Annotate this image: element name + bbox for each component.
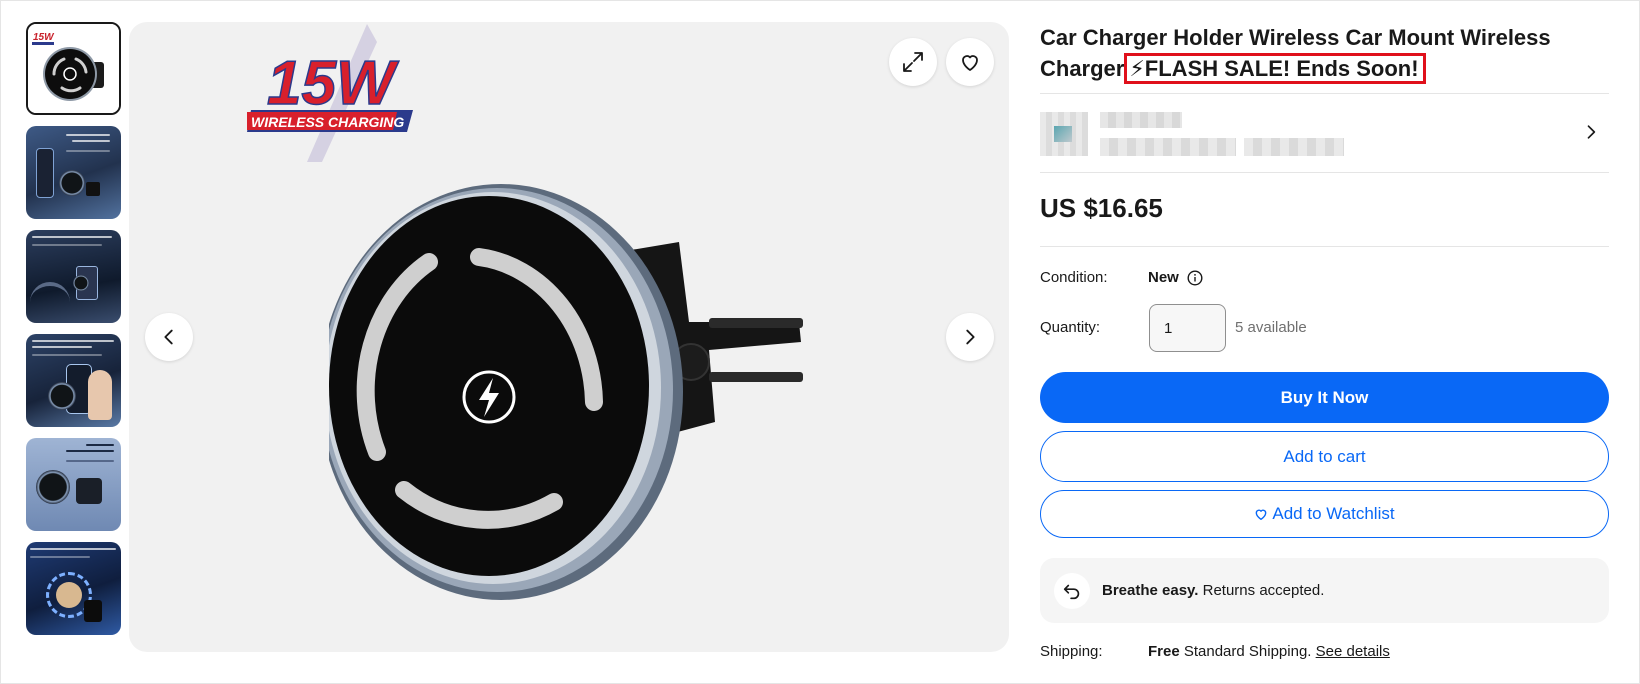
thumb-text-line [30, 556, 90, 558]
seller-name-redacted [1100, 112, 1182, 128]
thumb-text-line [86, 444, 114, 446]
thumb-text-line [32, 346, 92, 348]
chevron-left-icon [164, 329, 173, 345]
returns-bold: Breathe easy. [1102, 582, 1199, 599]
condition-value: New [1148, 269, 1203, 286]
thumb-text-line [66, 150, 110, 152]
svg-text:15W: 15W [33, 32, 55, 43]
thumbnail-strip: 15W [26, 22, 121, 646]
condition-text: New [1148, 269, 1179, 286]
thumb-clip-shape [84, 600, 102, 622]
thumbnail-4[interactable] [26, 334, 121, 427]
add-to-watchlist-label: Add to Watchlist [1272, 504, 1395, 523]
thumbnail-3[interactable] [26, 230, 121, 323]
returns-detail: Returns accepted. [1202, 582, 1325, 599]
expand-icon [903, 52, 923, 72]
item-title: Car Charger Holder Wireless Car Mount Wi… [1040, 22, 1609, 84]
quantity-available: 5 available [1235, 319, 1307, 336]
shipping-text: Standard Shipping. [1183, 643, 1312, 660]
returns-text: Breathe easy. Returns accepted. [1102, 582, 1324, 599]
thumb-phone-shape [36, 148, 54, 198]
thumb-text-line [32, 244, 102, 246]
thumbnail-6[interactable] [26, 542, 121, 635]
seller-info-redacted [1244, 138, 1344, 156]
thumb-charger-shape [73, 275, 89, 291]
car-charger-product-image [329, 184, 803, 600]
thumb-text-line [32, 340, 114, 342]
item-info-panel: Car Charger Holder Wireless Car Mount Wi… [1040, 22, 1609, 84]
thumb-clip-shape [86, 182, 100, 196]
seller-card[interactable] [1040, 93, 1609, 173]
thumb-wheel-shape [30, 282, 70, 312]
condition-label: Condition: [1040, 269, 1108, 286]
return-arrow-svg [1063, 584, 1080, 599]
badge-15w-text: 15W [267, 49, 399, 118]
thumbnail-charger-image: 15W [28, 24, 119, 113]
item-price: US $16.65 [1040, 193, 1163, 223]
thumb-text-line [32, 354, 102, 356]
thumb-charger-shape [36, 470, 70, 504]
chevron-right-icon [1587, 125, 1596, 139]
thumb-copper-coil-shape [56, 582, 82, 608]
wireless-charging-badge: 15W WIRELESS CHARGING [247, 24, 413, 162]
thumb-text-line [66, 134, 110, 136]
main-product-image[interactable]: 15W WIRELESS CHARGING [129, 22, 1009, 652]
thumb-text-line [66, 460, 114, 462]
see-details-link[interactable]: See details [1316, 643, 1390, 660]
thumbnail-1[interactable]: 15W [26, 22, 121, 115]
thumb-text-line [32, 236, 112, 238]
buy-it-now-label: Buy It Now [1280, 387, 1369, 407]
quantity-input[interactable] [1149, 304, 1226, 352]
price-divider [1040, 246, 1609, 247]
shipping-value: Free Standard Shipping. See details [1148, 643, 1390, 660]
expand-button[interactable] [889, 38, 937, 86]
thumb-text-line [72, 140, 110, 142]
add-to-cart-label: Add to cart [1283, 446, 1366, 466]
thumb-hand-shape [88, 370, 112, 420]
heart-icon [1256, 509, 1267, 520]
heart-icon [962, 55, 978, 71]
flash-sale-highlight: ⚡FLASH SALE! Ends Soon! [1124, 53, 1426, 84]
watchlist-heart-button[interactable] [946, 38, 994, 86]
chevron-right-icon [966, 329, 975, 345]
next-image-button[interactable] [946, 313, 994, 361]
thumbnail-5[interactable] [26, 438, 121, 531]
thumbnail-2[interactable] [26, 126, 121, 219]
shipping-label: Shipping: [1040, 643, 1103, 660]
returns-banner: Breathe easy. Returns accepted. [1040, 558, 1609, 623]
thumb-charger-shape [48, 382, 76, 410]
thumb-text-line [30, 548, 116, 550]
shipping-free: Free [1148, 643, 1180, 660]
thumb-clip-shape [76, 478, 102, 504]
seller-avatar [1040, 112, 1088, 156]
return-arrow-icon [1054, 572, 1090, 609]
quantity-label: Quantity: [1040, 319, 1101, 336]
add-to-watchlist-button[interactable]: Add to Watchlist [1040, 490, 1609, 538]
seller-feedback-redacted [1100, 138, 1236, 156]
info-icon[interactable] [1187, 269, 1203, 286]
thumb-charger-shape [59, 170, 85, 196]
buy-it-now-button[interactable]: Buy It Now [1040, 372, 1609, 423]
previous-image-button[interactable] [145, 313, 193, 361]
badge-subtext: WIRELESS CHARGING [251, 114, 404, 130]
add-to-cart-button[interactable]: Add to cart [1040, 431, 1609, 482]
thumb-text-line [66, 450, 114, 452]
